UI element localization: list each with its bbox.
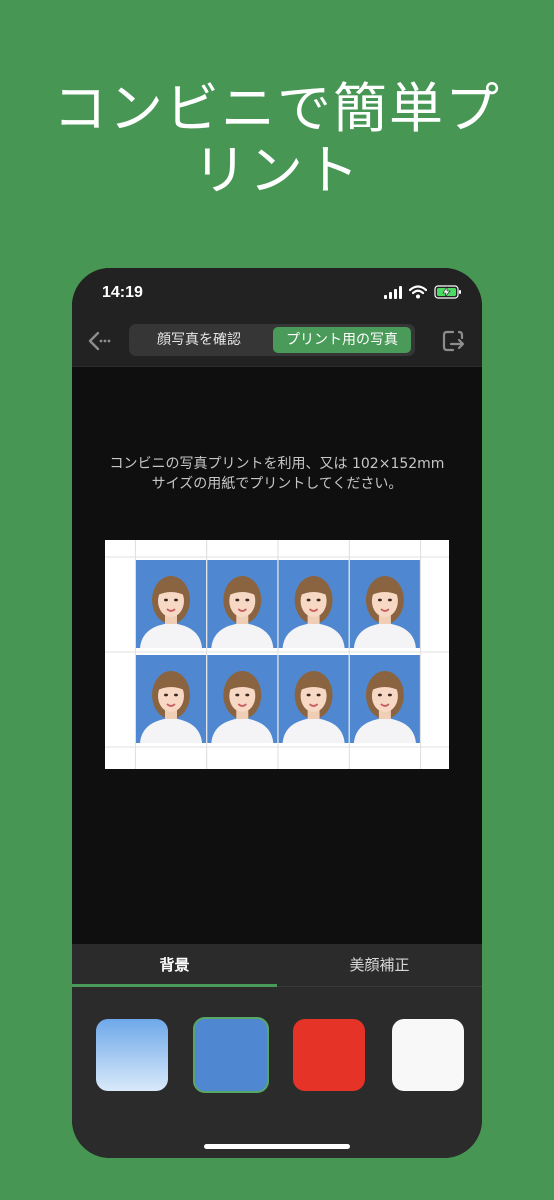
- id-photo-eye: [377, 598, 382, 602]
- export-icon: [442, 330, 465, 352]
- nav-bar: 顔写真を確認 プリント用の写真: [72, 316, 482, 367]
- id-photo-eye: [316, 598, 321, 602]
- segment-print-photo[interactable]: プリント用の写真: [273, 327, 411, 353]
- promo-headline-line-1: コンビニで簡単プ: [53, 77, 501, 140]
- photo-sheet-preview: [105, 540, 449, 769]
- id-photo-eye: [387, 693, 392, 697]
- segment-check-face-photo[interactable]: 顔写真を確認: [133, 327, 265, 353]
- id-photo-eye: [174, 693, 178, 697]
- battery-charging-icon: [434, 285, 461, 299]
- export-button[interactable]: [440, 328, 466, 354]
- editor-tabs: 背景 美顔補正: [72, 944, 482, 987]
- id-photo-eye: [245, 598, 250, 602]
- swatch-red[interactable]: [293, 1019, 365, 1091]
- id-photo-eye: [235, 598, 240, 602]
- cellular-signal-icon: [384, 286, 402, 299]
- tab-beauty-correction[interactable]: 美顔補正: [277, 944, 482, 986]
- promo-headline: コンビニで簡単プ リント: [0, 78, 554, 202]
- id-photo-eye: [235, 693, 240, 697]
- phone-screen: 14:19 顔写真を確認 プリント用の写真 コンビニの写真プリントを利用、又は …: [72, 268, 482, 1158]
- id-photo-eye: [377, 693, 382, 697]
- tab-background[interactable]: 背景: [72, 944, 277, 986]
- status-bar: 14:19: [72, 268, 482, 316]
- view-mode-segmented-control: 顔写真を確認 プリント用の写真: [129, 324, 415, 356]
- status-time: 14:19: [102, 284, 143, 301]
- id-photo-eye: [306, 598, 311, 602]
- status-icons: [384, 285, 464, 301]
- id-photo-eye: [306, 693, 311, 697]
- swatch-white[interactable]: [392, 1019, 464, 1091]
- home-indicator: [204, 1144, 350, 1149]
- swatch-blue-selected[interactable]: [193, 1017, 269, 1093]
- wifi-icon: [409, 285, 427, 299]
- id-photo-eye: [387, 598, 392, 602]
- print-instruction-text: コンビニの写真プリントを利用、又は 102×152mm サイズの用紙でプリントし…: [109, 456, 445, 492]
- id-photo-eye: [245, 693, 250, 697]
- swatch-light-blue-gradient[interactable]: [96, 1019, 168, 1091]
- id-photo-eye: [164, 693, 168, 697]
- promo-headline-line-2: リント: [193, 139, 361, 202]
- id-photo-eye: [164, 598, 168, 602]
- background-color-picker: [72, 987, 482, 1158]
- id-photo-eye: [174, 598, 178, 602]
- print-photo-sheet: [105, 540, 449, 769]
- id-photo-eye: [316, 693, 321, 697]
- back-arrow-icon: [88, 331, 111, 351]
- back-button[interactable]: [86, 328, 112, 354]
